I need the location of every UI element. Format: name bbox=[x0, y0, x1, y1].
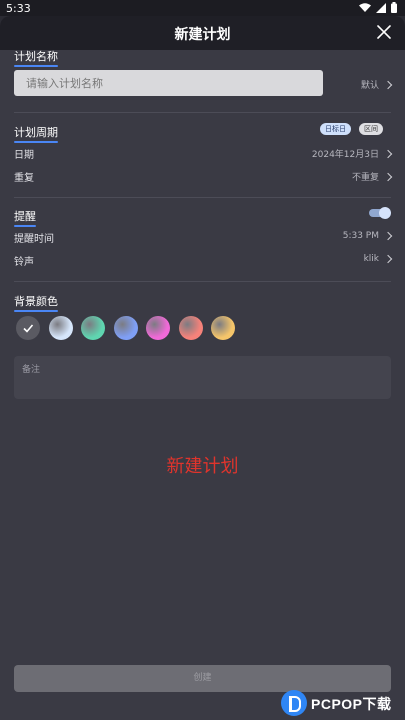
plan-name-title: 计划名称 bbox=[14, 48, 58, 67]
pcpop-logo-icon bbox=[281, 690, 307, 716]
signal-icon bbox=[376, 2, 386, 13]
default-button[interactable]: 默认 bbox=[360, 78, 393, 91]
check-icon bbox=[23, 324, 34, 333]
period-tag-target-day[interactable]: 日标日 bbox=[320, 123, 351, 135]
ringtone-value: klik bbox=[363, 254, 379, 264]
reminder-time-label: 提醒时间 bbox=[14, 234, 54, 245]
color-swatch[interactable] bbox=[146, 316, 170, 340]
color-swatch[interactable] bbox=[113, 316, 138, 340]
date-selector[interactable]: 2024年12月3日 bbox=[311, 147, 393, 160]
date-label: 日期 bbox=[14, 150, 34, 161]
default-label: 默认 bbox=[360, 81, 379, 91]
background-color-title: 背景颜色 bbox=[14, 293, 58, 312]
reminder-title-text: 提醒 bbox=[14, 210, 36, 223]
divider bbox=[14, 112, 391, 113]
notes-field[interactable]: 备注 bbox=[14, 356, 391, 399]
color-swatch[interactable] bbox=[16, 316, 40, 340]
date-value: 2024年12月3日 bbox=[311, 150, 379, 160]
plan-name-title-text: 计划名称 bbox=[14, 50, 58, 63]
status-icons bbox=[359, 2, 397, 13]
chevron-right-icon bbox=[383, 172, 393, 181]
header: 新建计划 bbox=[0, 16, 405, 50]
wifi-icon bbox=[359, 2, 371, 12]
divider bbox=[14, 281, 391, 282]
chevron-right-icon bbox=[383, 149, 393, 158]
plan-period-title: 计划周期 bbox=[14, 124, 58, 143]
title-underline bbox=[14, 65, 58, 67]
ringtone-selector[interactable]: klik bbox=[363, 254, 393, 264]
color-swatch[interactable] bbox=[178, 316, 203, 340]
title-underline bbox=[14, 225, 36, 227]
status-bar: 5:33 bbox=[0, 0, 405, 16]
toggle-knob bbox=[379, 207, 391, 219]
caption-overlay: 新建计划 bbox=[166, 456, 239, 477]
repeat-value: 不重复 bbox=[351, 173, 379, 183]
color-swatch[interactable] bbox=[48, 316, 73, 340]
pcpop-logo-text: PCPOP下载 bbox=[311, 696, 392, 712]
pcpop-logo: PCPOP下载 bbox=[277, 688, 405, 720]
title-underline bbox=[14, 310, 58, 312]
reminder-time-selector[interactable]: 5:33 PM bbox=[342, 231, 393, 241]
background-color-title-text: 背景颜色 bbox=[14, 295, 58, 308]
close-icon[interactable] bbox=[377, 25, 391, 39]
chevron-right-icon bbox=[383, 80, 393, 89]
chevron-right-icon bbox=[383, 231, 393, 241]
chevron-right-icon bbox=[383, 254, 393, 264]
ringtone-label: 铃声 bbox=[14, 257, 34, 268]
period-tag-range[interactable]: 区间 bbox=[359, 123, 383, 135]
plan-name-input[interactable] bbox=[14, 70, 323, 96]
reminder-title: 提醒 bbox=[14, 208, 36, 227]
divider bbox=[14, 197, 391, 198]
color-swatch[interactable] bbox=[81, 316, 105, 340]
reminder-toggle[interactable] bbox=[369, 207, 391, 219]
repeat-selector[interactable]: 不重复 bbox=[351, 170, 393, 183]
status-time: 5:33 bbox=[6, 2, 31, 15]
repeat-label: 重复 bbox=[14, 173, 34, 184]
plan-period-title-text: 计划周期 bbox=[14, 126, 58, 139]
reminder-time-value: 5:33 PM bbox=[342, 231, 379, 241]
title-underline bbox=[14, 141, 58, 143]
color-swatch[interactable] bbox=[211, 316, 235, 340]
page-title: 新建计划 bbox=[174, 27, 231, 43]
battery-icon bbox=[391, 2, 397, 13]
notes-placeholder: 备注 bbox=[22, 365, 41, 375]
